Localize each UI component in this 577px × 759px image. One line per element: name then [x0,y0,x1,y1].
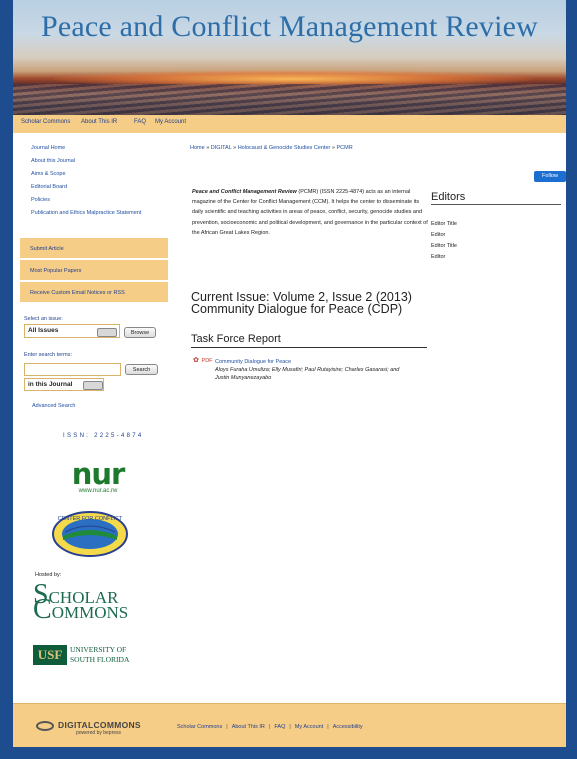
usf-logo[interactable]: USF UNIVERSITY OF SOUTH FLORIDA [33,645,159,665]
scope-select-value: in this Journal [28,381,73,388]
journal-title[interactable]: Peace and Conflict Management Review [13,10,566,44]
topnav-my-account[interactable]: My Account [155,119,186,125]
topnav-about[interactable]: About This IR [81,119,117,125]
breadcrumb-pcmr[interactable]: PCMR [336,145,352,151]
editor-title: Editor Title [431,221,457,227]
pdf-icon: ✿ [193,357,199,364]
nur-logo-word: nur [71,457,126,491]
breadcrumb-digital[interactable]: DIGITAL [211,145,232,151]
usf-logo-box: USF [33,645,67,665]
section-heading: Task Force Report [191,333,427,348]
popular-papers-link[interactable]: Most Popular Papers [30,268,81,274]
page-frame: Peace and Conflict Management Review Sch… [13,0,566,747]
breadcrumb-sep: » [233,145,237,151]
scholar-logo-c: C [33,594,52,625]
journal-intro: Peace and Conflict Management Review (PC… [192,187,429,238]
scholar-commons-logo[interactable]: SCHOLAR COMMONS [33,581,165,624]
breadcrumb-center[interactable]: Holocaust & Genocide Studies Center [238,145,331,151]
sidebar-item-editorial-board[interactable]: Editorial Board [31,184,178,191]
digital-commons-oval-icon [36,721,54,731]
footer-link-accessibility[interactable]: Accessibility [333,724,363,730]
search-button[interactable]: Search [125,364,158,375]
topnav-scholar-commons[interactable]: Scholar Commons [21,119,70,125]
submit-article-block[interactable]: Submit Article [20,238,168,259]
footer-link-scholar-commons[interactable]: Scholar Commons [177,724,222,730]
footer-separator: | [289,724,291,730]
sidebar-item-journal-home[interactable]: Journal Home [31,145,178,152]
editor-item: Editor Title Editor [431,241,457,263]
search-label: Enter search terms: [24,352,72,358]
ccm-logo-text: CENTER FOR CONFLICT [58,516,123,522]
pdf-link[interactable]: ✿ PDF [193,357,213,364]
sidebar-item-about[interactable]: About this Journal [31,158,178,165]
breadcrumb-sep: » [206,145,210,151]
sidebar-item-aims[interactable]: Aims & Scope [31,171,178,178]
browse-button[interactable]: Browse [124,327,156,338]
email-notices-link[interactable]: Receive Custom Email Notices or RSS [30,290,125,296]
editors-heading: Editors [431,191,561,205]
issue-select-value: All Issues [28,327,59,334]
email-notices-block[interactable]: Receive Custom Email Notices or RSS [20,282,168,303]
topnav-faq[interactable]: FAQ [134,119,146,125]
footer-link-about[interactable]: About This IR [232,724,265,730]
footer: DIGITALCOMMONS powered by bepress Schola… [13,703,566,747]
breadcrumb-sep: » [331,145,335,151]
pdf-label: PDF [201,358,213,364]
editor-name: Editor [431,254,446,260]
header-banner: Peace and Conflict Management Review [13,0,566,115]
intro-text: (PCMR) (ISSN 2225-4874) acts as an inter… [192,189,428,236]
usf-logo-text: UNIVERSITY OF SOUTH FLORIDA [70,645,129,665]
usf-logo-line1: UNIVERSITY OF [70,645,127,654]
ccm-logo-graphic: CENTER FOR CONFLICT [52,511,128,557]
footer-separator: | [226,724,228,730]
footer-links: Scholar Commons | About This IR | FAQ | My Acc… [177,724,363,730]
hosted-by-label: Hosted by: [35,572,62,578]
submit-article-link[interactable]: Submit Article [30,246,64,252]
popular-papers-block[interactable]: Most Popular Papers [20,260,168,281]
sidebar-links: Journal Home About this Journal Aims & S… [13,133,178,217]
scholar-logo-line2: COMMONS [33,596,165,624]
top-nav: Scholar Commons About This IR FAQ My Acc… [13,115,566,133]
issue-select-label: Select an issue: [24,316,63,322]
breadcrumb: Home » DIGITAL » Holocaust & Genocide St… [190,145,353,151]
scope-select-arrow[interactable] [83,381,103,390]
search-input[interactable] [24,363,121,376]
article-title[interactable]: Community Dialogue for Peace [215,359,291,365]
cloud-layer [13,84,566,115]
editor-item: Editor Title Editor [431,219,457,241]
footer-separator: | [268,724,271,730]
usf-logo-line2: SOUTH FLORIDA [70,655,130,664]
sidebar-item-ethics[interactable]: Publication and Ethics Malpractice State… [31,210,151,217]
scholar-logo-word2: OMMONS [51,603,129,622]
nur-logo[interactable]: nur www.nur.ac.rw [58,460,138,500]
current-issue-heading[interactable]: Current Issue: Volume 2, Issue 2 (2013) … [191,291,431,316]
editor-title: Editor Title [431,243,457,249]
issue-select-arrow[interactable] [97,328,117,337]
footer-separator: | [327,724,329,730]
breadcrumb-home[interactable]: Home [190,145,205,151]
nur-logo-url: www.nur.ac.rw [78,488,118,494]
article-authors: Aloys Furaha Umuliza; Elly Musafiri; Pau… [215,367,400,381]
intro-journal-name: Peace and Conflict Management Review [192,189,297,195]
issn-text: ISSN: 2225-4874 [63,433,144,439]
sidebar-item-policies[interactable]: Policies [31,197,178,204]
follow-button[interactable]: Follow [534,171,566,182]
footer-link-faq[interactable]: FAQ [274,724,285,730]
digital-commons-word: DIGITALCOMMONS [58,720,141,730]
footer-link-my-account[interactable]: My Account [295,724,323,730]
ccm-logo[interactable]: CENTER FOR CONFLICT [51,510,129,558]
editor-name: Editor [431,232,446,238]
advanced-search-link[interactable]: Advanced Search [32,403,75,409]
digital-commons-sub: powered by bepress [76,730,122,736]
digital-commons-logo[interactable]: DIGITALCOMMONS powered by bepress [36,720,151,736]
